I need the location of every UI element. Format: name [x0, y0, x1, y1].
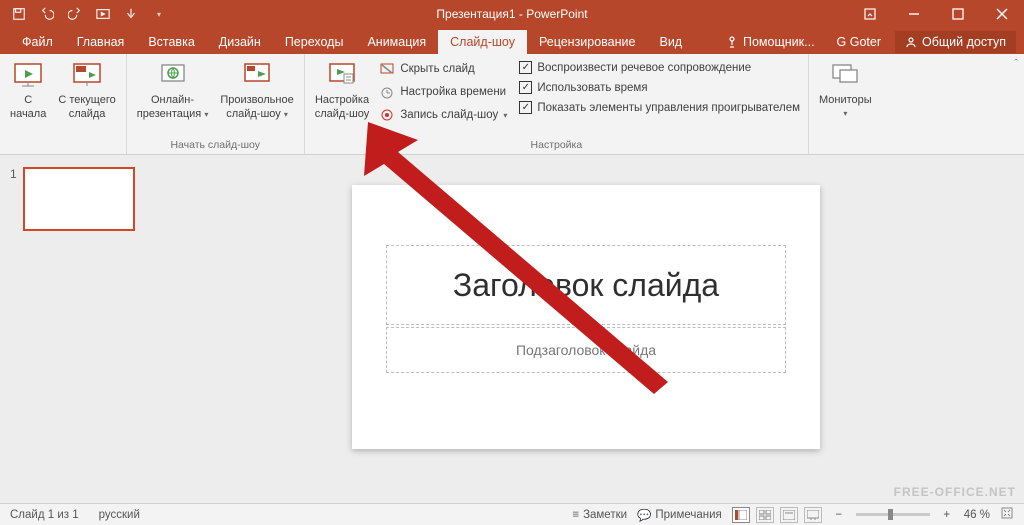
- collapse-ribbon-icon[interactable]: ˆ: [1008, 54, 1024, 154]
- slide-canvas[interactable]: Заголовок слайда Подзаголовок слайда: [148, 155, 1024, 503]
- setup-slideshow-button[interactable]: Настройка слайд-шоу: [309, 57, 376, 122]
- reading-view-button[interactable]: [780, 507, 798, 523]
- tab-insert[interactable]: Вставка: [136, 30, 206, 54]
- thumbnail-1[interactable]: 1: [10, 167, 138, 231]
- touch-mode-icon[interactable]: [124, 7, 138, 21]
- tell-me-box[interactable]: Помощник...: [719, 30, 823, 54]
- tab-home[interactable]: Главная: [65, 30, 137, 54]
- zoom-in-button[interactable]: +: [940, 509, 954, 521]
- watermark: FREE-OFFICE.NET: [894, 485, 1016, 499]
- language-indicator[interactable]: русский: [89, 509, 150, 521]
- chevron-down-icon: ▾: [843, 109, 847, 119]
- slideshow-view-button[interactable]: [804, 507, 822, 523]
- zoom-slider[interactable]: [856, 513, 930, 516]
- zoom-out-button[interactable]: −: [832, 509, 846, 521]
- ribbon-group-start: С начала С текущего слайда: [0, 54, 127, 154]
- tab-review[interactable]: Рецензирование: [527, 30, 648, 54]
- tab-slideshow[interactable]: Слайд-шоу: [438, 30, 527, 54]
- qat-customize-icon[interactable]: ▾: [152, 7, 166, 21]
- monitors-button[interactable]: Мониторы ▾: [813, 57, 878, 119]
- slide-thumbnails-panel[interactable]: 1: [0, 155, 148, 503]
- chevron-down-icon: ▾: [284, 110, 288, 119]
- tell-me-label: Помощник...: [743, 35, 815, 49]
- ribbon-options-icon[interactable]: [848, 0, 892, 28]
- custom-slideshow-icon: [241, 59, 273, 91]
- tab-design[interactable]: Дизайн: [207, 30, 273, 54]
- from-current-icon: [71, 59, 103, 91]
- title-placeholder[interactable]: Заголовок слайда: [386, 245, 786, 325]
- subtitle-placeholder[interactable]: Подзаголовок слайда: [386, 327, 786, 373]
- user-name[interactable]: G Goter: [829, 30, 889, 54]
- from-beginning-button[interactable]: С начала: [4, 57, 52, 122]
- comments-button[interactable]: 💬 Примечания: [637, 508, 722, 522]
- window-title: Презентация1 - PowerPoint: [436, 7, 587, 21]
- save-icon[interactable]: [12, 7, 26, 21]
- view-buttons: [732, 507, 822, 523]
- rehearse-timings-button[interactable]: Настройка времени: [375, 82, 511, 102]
- monitors-icon: [829, 59, 861, 91]
- record-slideshow-button[interactable]: Запись слайд-шоу ▾: [375, 105, 511, 125]
- normal-view-button[interactable]: [732, 507, 750, 523]
- show-media-controls-checkbox[interactable]: ✓ Показать элементы управления проигрыва…: [515, 99, 804, 116]
- maximize-button[interactable]: [936, 0, 980, 28]
- window-controls: [848, 0, 1024, 28]
- record-icon: [379, 107, 395, 123]
- tab-view[interactable]: Вид: [647, 30, 694, 54]
- tab-animations[interactable]: Анимация: [355, 30, 438, 54]
- ribbon: С начала С текущего слайда Онлайн- презе…: [0, 54, 1024, 155]
- clock-icon: [379, 84, 395, 100]
- hide-slide-icon: [379, 61, 395, 77]
- group-label-setup: Настройка: [309, 139, 804, 153]
- fit-to-window-button[interactable]: [1000, 506, 1014, 523]
- tab-transitions[interactable]: Переходы: [273, 30, 356, 54]
- chevron-down-icon: ▾: [204, 110, 208, 119]
- ribbon-tabs: Файл Главная Вставка Дизайн Переходы Ани…: [0, 28, 1024, 54]
- play-narrations-checkbox[interactable]: ✓ Воспроизвести речевое сопровождение: [515, 59, 804, 76]
- group-label-start: Начать слайд-шоу: [131, 139, 300, 153]
- ribbon-group-setup: Настройка слайд-шоу Скрыть слайд Настрой…: [305, 54, 809, 154]
- checkbox-checked-icon: ✓: [519, 101, 532, 114]
- use-timings-checkbox[interactable]: ✓ Использовать время: [515, 79, 804, 96]
- present-online-button[interactable]: Онлайн- презентация ▾: [131, 57, 215, 122]
- status-bar: Слайд 1 из 1 русский ≡ Заметки 💬 Примеча…: [0, 503, 1024, 525]
- content-area: 1 Заголовок слайда Подзаголовок слайда: [0, 155, 1024, 503]
- checkbox-checked-icon: ✓: [519, 81, 532, 94]
- from-beginning-icon: [12, 59, 44, 91]
- tab-file[interactable]: Файл: [10, 30, 65, 54]
- slide[interactable]: Заголовок слайда Подзаголовок слайда: [352, 185, 820, 449]
- sorter-view-button[interactable]: [756, 507, 774, 523]
- start-from-beginning-icon[interactable]: [96, 7, 110, 21]
- checkbox-checked-icon: ✓: [519, 61, 532, 74]
- close-button[interactable]: [980, 0, 1024, 28]
- share-button[interactable]: Общий доступ: [895, 31, 1016, 53]
- chevron-down-icon: ▾: [503, 111, 507, 120]
- minimize-button[interactable]: [892, 0, 936, 28]
- redo-icon[interactable]: [68, 7, 82, 21]
- setup-slideshow-icon: [326, 59, 358, 91]
- notes-icon: ≡: [572, 509, 579, 521]
- quick-access-toolbar: ▾: [0, 7, 166, 21]
- present-online-icon: [157, 59, 189, 91]
- notes-button[interactable]: ≡ Заметки: [572, 509, 627, 521]
- titlebar: ▾ Презентация1 - PowerPoint: [0, 0, 1024, 28]
- share-label: Общий доступ: [922, 35, 1006, 49]
- hide-slide-button[interactable]: Скрыть слайд: [375, 59, 511, 79]
- slide-counter[interactable]: Слайд 1 из 1: [0, 509, 89, 521]
- custom-slideshow-button[interactable]: Произвольное слайд-шоу ▾: [214, 57, 299, 122]
- ribbon-group-monitors: Мониторы ▾: [809, 54, 882, 154]
- zoom-level[interactable]: 46 %: [964, 509, 990, 521]
- thumbnail-preview[interactable]: [23, 167, 135, 231]
- undo-icon[interactable]: [40, 7, 54, 21]
- from-current-button[interactable]: С текущего слайда: [52, 57, 121, 122]
- ribbon-group-start-2: Онлайн- презентация ▾ Произвольное слайд…: [127, 54, 305, 154]
- thumbnail-number: 1: [10, 167, 17, 231]
- comments-icon: 💬: [637, 508, 651, 522]
